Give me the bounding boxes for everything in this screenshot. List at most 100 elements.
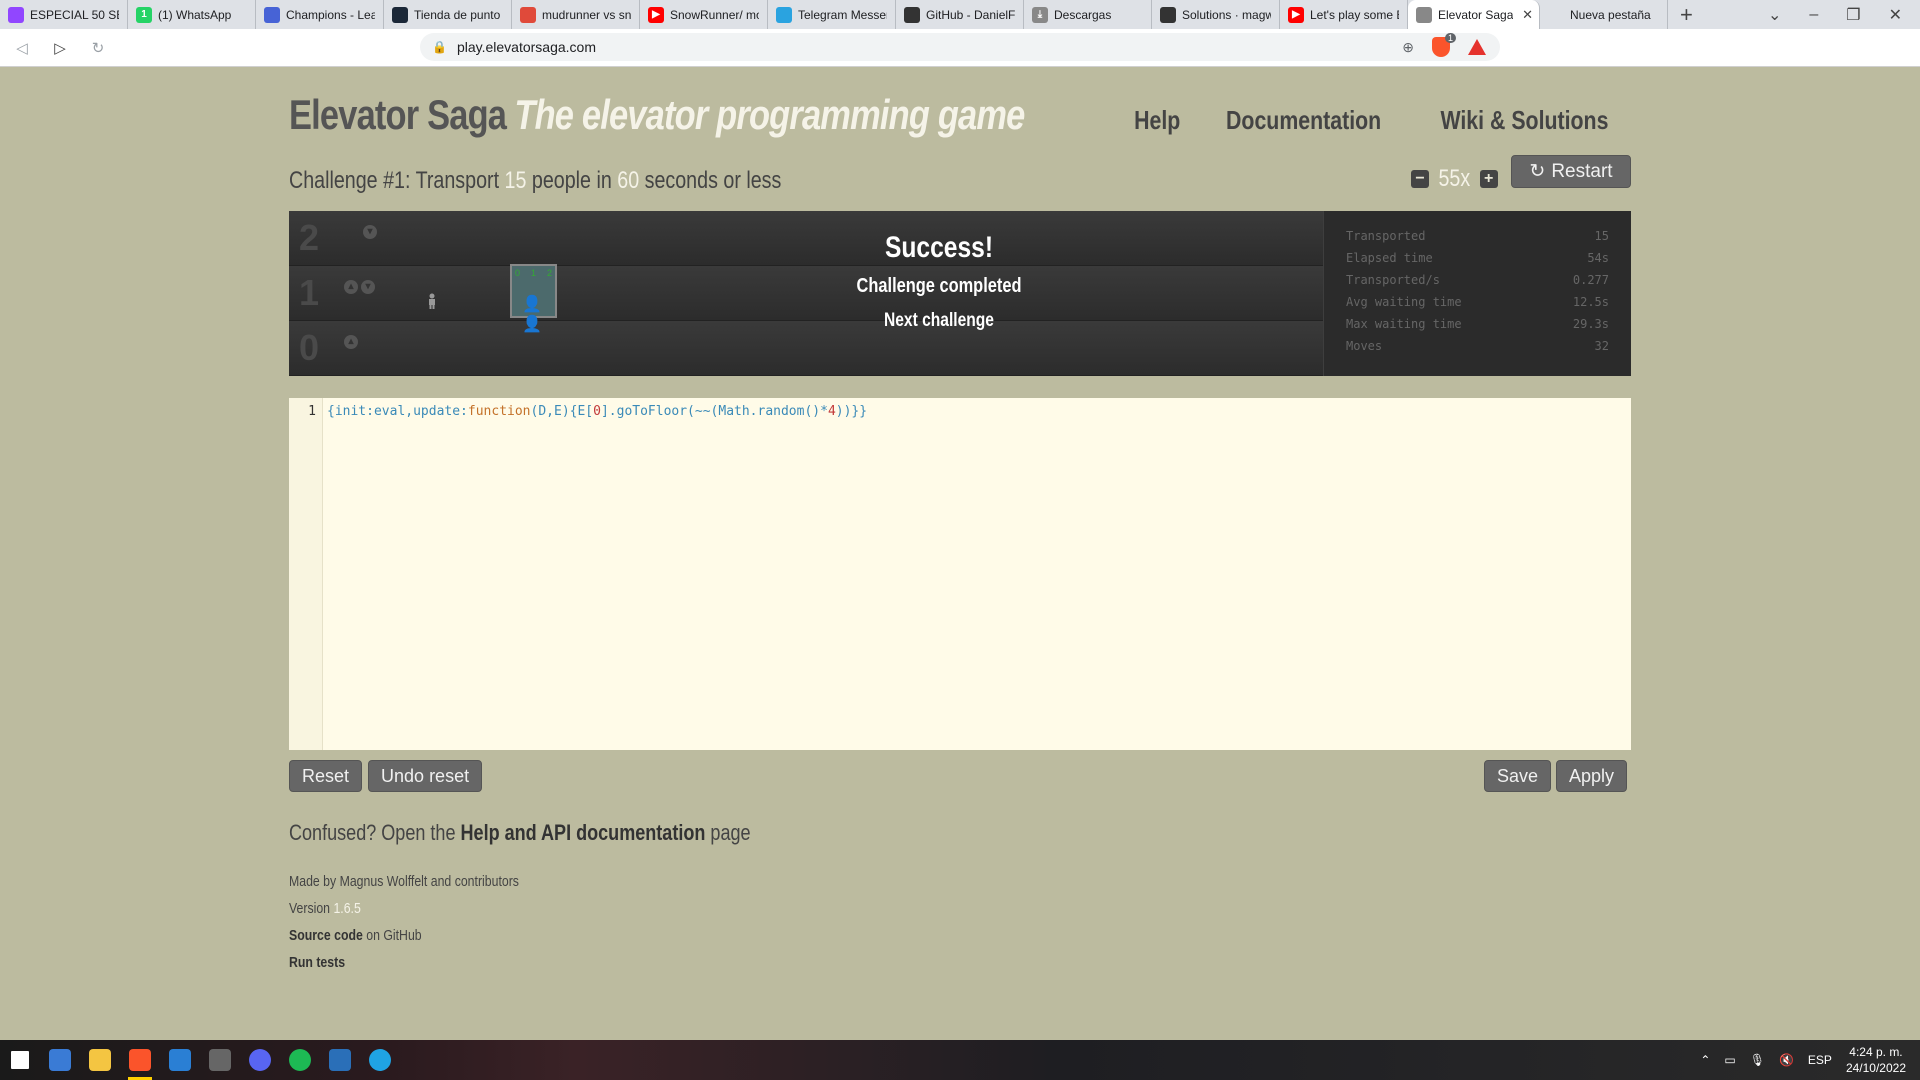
- speed-value: 55x: [1438, 165, 1471, 192]
- run-tests-link[interactable]: Run tests: [289, 954, 345, 971]
- stat-row: Max waiting time 29.3s: [1346, 317, 1609, 339]
- discord-icon[interactable]: [240, 1040, 280, 1080]
- browser-tab[interactable]: Champions - Lea: [256, 0, 384, 29]
- browser-tab[interactable]: 1 (1) WhatsApp: [128, 0, 256, 29]
- close-window-icon[interactable]: ✕: [1889, 5, 1902, 25]
- up-call-button[interactable]: ▴: [344, 335, 358, 349]
- code-token: (D,E){E[: [530, 404, 594, 419]
- nav-help-link[interactable]: Help: [1134, 105, 1180, 136]
- challenge-seconds: 60: [617, 167, 640, 194]
- mail-icon[interactable]: [160, 1040, 200, 1080]
- spotify-icon[interactable]: [280, 1040, 320, 1080]
- browser-tab[interactable]: ▶ SnowRunner/ mo: [640, 0, 768, 29]
- next-challenge-link[interactable]: Next challenge: [767, 310, 1111, 332]
- volume-icon[interactable]: 🔇: [1779, 1053, 1794, 1067]
- system-tray: ⌃ ▭ 🎙 🔇 ESP 4:24 p. m. 24/10/2022: [1700, 1044, 1920, 1076]
- stat-value: 12.5s: [1572, 295, 1609, 309]
- clock-date: 24/10/2022: [1845, 1061, 1906, 1075]
- minimize-icon[interactable]: –: [1809, 6, 1818, 24]
- stat-row: Avg waiting time 12.5s: [1346, 295, 1609, 317]
- stats-panel: Transported 15 Elapsed time 54s Transported/…: [1323, 211, 1631, 376]
- code-line[interactable]: {init:eval,update:function(D,E){E[0].goT…: [327, 404, 867, 419]
- tab-favicon-icon: [1548, 6, 1564, 23]
- stat-value: 15: [1594, 229, 1609, 243]
- reset-button[interactable]: Reset: [289, 760, 363, 792]
- speed-increase-button[interactable]: +: [1479, 170, 1498, 188]
- tab-favicon-icon: ⤓: [1032, 6, 1048, 23]
- floor-indicator: 1: [530, 268, 536, 278]
- tab-search-icon[interactable]: ⌄: [1768, 5, 1781, 25]
- down-call-button[interactable]: ▾: [363, 225, 377, 239]
- browser-tab[interactable]: ⤓ Descargas: [1024, 0, 1152, 29]
- challenge-middle: people in: [526, 167, 618, 194]
- elevator-world: 2 ▾ 1 ▴ ▾ 0 ▴ 0 1 2 👤👤 Success! Challeng…: [289, 211, 1631, 376]
- floor-indicator: 2: [546, 268, 552, 278]
- apply-button[interactable]: Apply: [1555, 760, 1627, 792]
- forward-icon[interactable]: ▷: [44, 39, 76, 57]
- clock[interactable]: 4:24 p. m. 24/10/2022: [1846, 1044, 1906, 1076]
- stat-label: Moves: [1346, 339, 1383, 353]
- code-token: {init:eval,update:: [327, 404, 468, 419]
- waiting-person-icon: [429, 293, 435, 309]
- page-header: Elevator Saga The elevator programming ga…: [289, 67, 1631, 167]
- browser-tab[interactable]: Elevator Saga ✕: [1408, 0, 1540, 29]
- store-icon[interactable]: [40, 1040, 80, 1080]
- stat-value: 32: [1594, 339, 1609, 353]
- browser-tab[interactable]: Tienda de punto: [384, 0, 512, 29]
- undo-reset-button[interactable]: Undo reset: [368, 760, 483, 792]
- tab-favicon-icon: ▶: [1288, 6, 1304, 23]
- file-explorer-icon[interactable]: [80, 1040, 120, 1080]
- tab-favicon-icon: [264, 6, 280, 23]
- down-call-button[interactable]: ▾: [361, 280, 375, 294]
- network-icon[interactable]: ▭: [1724, 1053, 1735, 1067]
- brave-rewards-icon[interactable]: [1468, 39, 1486, 55]
- floor-call-buttons: ▾: [363, 225, 377, 239]
- browser-tab[interactable]: mudrunner vs sn: [512, 0, 640, 29]
- challenge-prefix: Challenge #1: Transport: [289, 167, 505, 194]
- close-tab-icon[interactable]: ✕: [1522, 7, 1533, 23]
- stat-row: Moves 32: [1346, 339, 1609, 361]
- help-prompt: Confused? Open the Help and API document…: [289, 820, 1389, 846]
- browser-tab[interactable]: Nueva pestaña: [1540, 0, 1668, 29]
- save-button[interactable]: Save: [1483, 760, 1551, 792]
- browser-tab[interactable]: Telegram Messen: [768, 0, 896, 29]
- nav-wiki-link[interactable]: Wiki & Solutions: [1441, 105, 1609, 136]
- reload-icon[interactable]: ↻: [82, 39, 114, 57]
- stat-label: Elapsed time: [1346, 251, 1433, 265]
- source-code-link[interactable]: Source code: [289, 927, 363, 944]
- browser-tab-strip: ESPECIAL 50 SEG 1 (1) WhatsApp Champions - …: [0, 0, 1920, 29]
- challenge-row: Challenge #1: Transport 15 people in 60 …: [289, 155, 1631, 211]
- photos-icon[interactable]: [320, 1040, 360, 1080]
- browser-tab[interactable]: Solutions · magw: [1152, 0, 1280, 29]
- app-icon[interactable]: [200, 1040, 240, 1080]
- tab-label: GitHub - DanielF: [926, 7, 1015, 22]
- speed-decrease-button[interactable]: −: [1411, 170, 1429, 188]
- back-icon[interactable]: ◁: [6, 39, 38, 57]
- top-nav: Help Documentation Wiki & Solutions: [1129, 105, 1627, 136]
- brave-browser-icon[interactable]: [120, 1040, 160, 1080]
- code-editor[interactable]: 1 {init:eval,update:function(D,E){E[0].g…: [289, 398, 1631, 750]
- stat-value: 0.277: [1572, 273, 1609, 287]
- browser-tab[interactable]: ▶ Let's play some E: [1280, 0, 1408, 29]
- browser-tab[interactable]: ESPECIAL 50 SEG: [0, 0, 128, 29]
- code-token: 4: [827, 404, 836, 419]
- help-docs-link[interactable]: Help and API documentation: [461, 820, 706, 845]
- help-prefix: Confused? Open the: [289, 820, 461, 845]
- browser-tab[interactable]: GitHub - DanielF: [896, 0, 1024, 29]
- microphone-icon[interactable]: 🎙: [1750, 1053, 1765, 1067]
- up-call-button[interactable]: ▴: [344, 280, 358, 294]
- lock-icon[interactable]: 🔒: [432, 40, 447, 54]
- nav-documentation-link[interactable]: Documentation: [1226, 105, 1381, 136]
- language-indicator[interactable]: ESP: [1808, 1053, 1832, 1067]
- zoom-icon[interactable]: ⊕: [1402, 39, 1414, 56]
- new-tab-button[interactable]: +: [1680, 2, 1693, 28]
- edge-icon[interactable]: [360, 1040, 400, 1080]
- address-bar[interactable]: 🔒 play.elevatorsaga.com ⊕ 1: [420, 33, 1500, 61]
- tab-label: Telegram Messen: [798, 7, 887, 22]
- brave-shield-icon[interactable]: 1: [1432, 33, 1456, 57]
- tray-overflow-icon[interactable]: ⌃: [1700, 1053, 1710, 1067]
- windows-start-icon[interactable]: [0, 1040, 40, 1080]
- restart-button[interactable]: ↻ Restart: [1511, 155, 1631, 188]
- site-logo: Elevator Saga The elevator programming ga…: [289, 91, 1025, 139]
- maximize-icon[interactable]: ❐: [1846, 5, 1860, 25]
